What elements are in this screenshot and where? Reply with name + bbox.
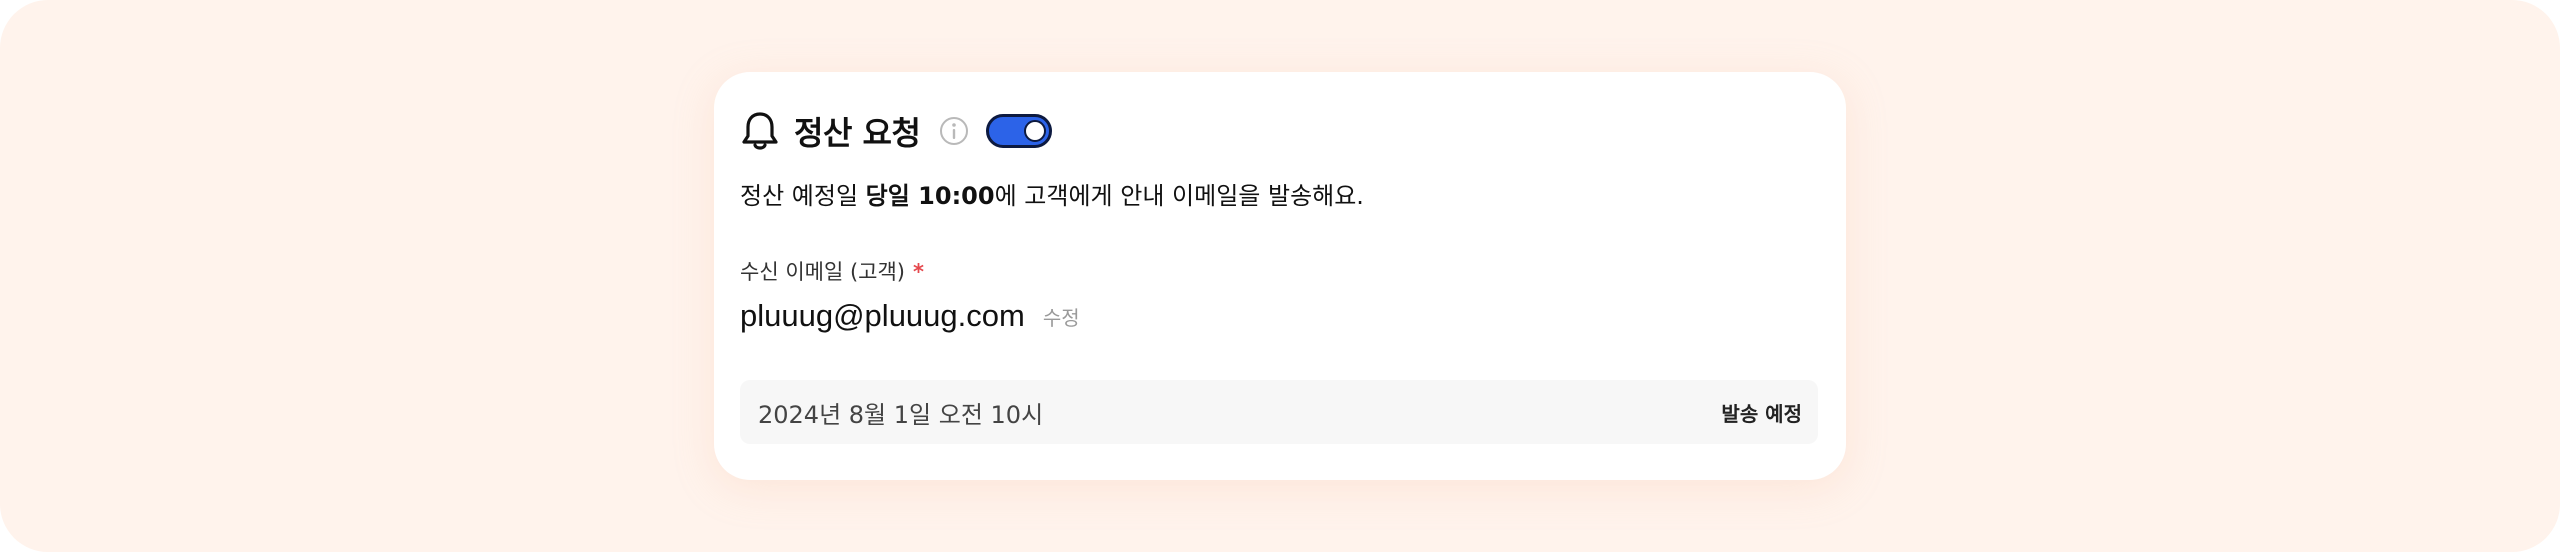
description-bold: 당일 10:00 [865, 182, 995, 210]
recipient-email-row: pluuug@pluuug.com 수정 [740, 298, 1080, 334]
page-background: 정산 요청 정산 예정일 당일 10:00에 고객에게 안내 이메일을 발송해요… [0, 0, 2560, 552]
bell-icon [740, 109, 780, 153]
description-text: 정산 예정일 당일 10:00에 고객에게 안내 이메일을 발송해요. [740, 176, 1364, 211]
recipient-label-text: 수신 이메일 (고객) [740, 260, 905, 284]
card-title: 정산 요청 [794, 114, 921, 152]
recipient-email-value: pluuug@pluuug.com [740, 298, 1025, 333]
description-prefix: 정산 예정일 [740, 182, 866, 210]
schedule-status-badge: 발송 예정 [1721, 401, 1802, 426]
edit-email-link[interactable]: 수정 [1043, 302, 1080, 331]
description-suffix: 에 고객에게 안내 이메일을 발송해요. [994, 182, 1364, 210]
toggle-knob [1024, 120, 1047, 142]
info-icon[interactable] [938, 115, 970, 147]
recipient-email-label: 수신 이메일 (고객) * [740, 256, 924, 286]
schedule-box: 2024년 8월 1일 오전 10시 발송 예정 [740, 380, 1818, 444]
settlement-request-card: 정산 요청 정산 예정일 당일 10:00에 고객에게 안내 이메일을 발송해요… [714, 72, 1846, 480]
notification-toggle[interactable] [986, 114, 1053, 148]
required-mark: * [912, 260, 924, 284]
schedule-date: 2024년 8월 1일 오전 10시 [758, 400, 1044, 429]
card-header: 정산 요청 [740, 107, 1053, 155]
